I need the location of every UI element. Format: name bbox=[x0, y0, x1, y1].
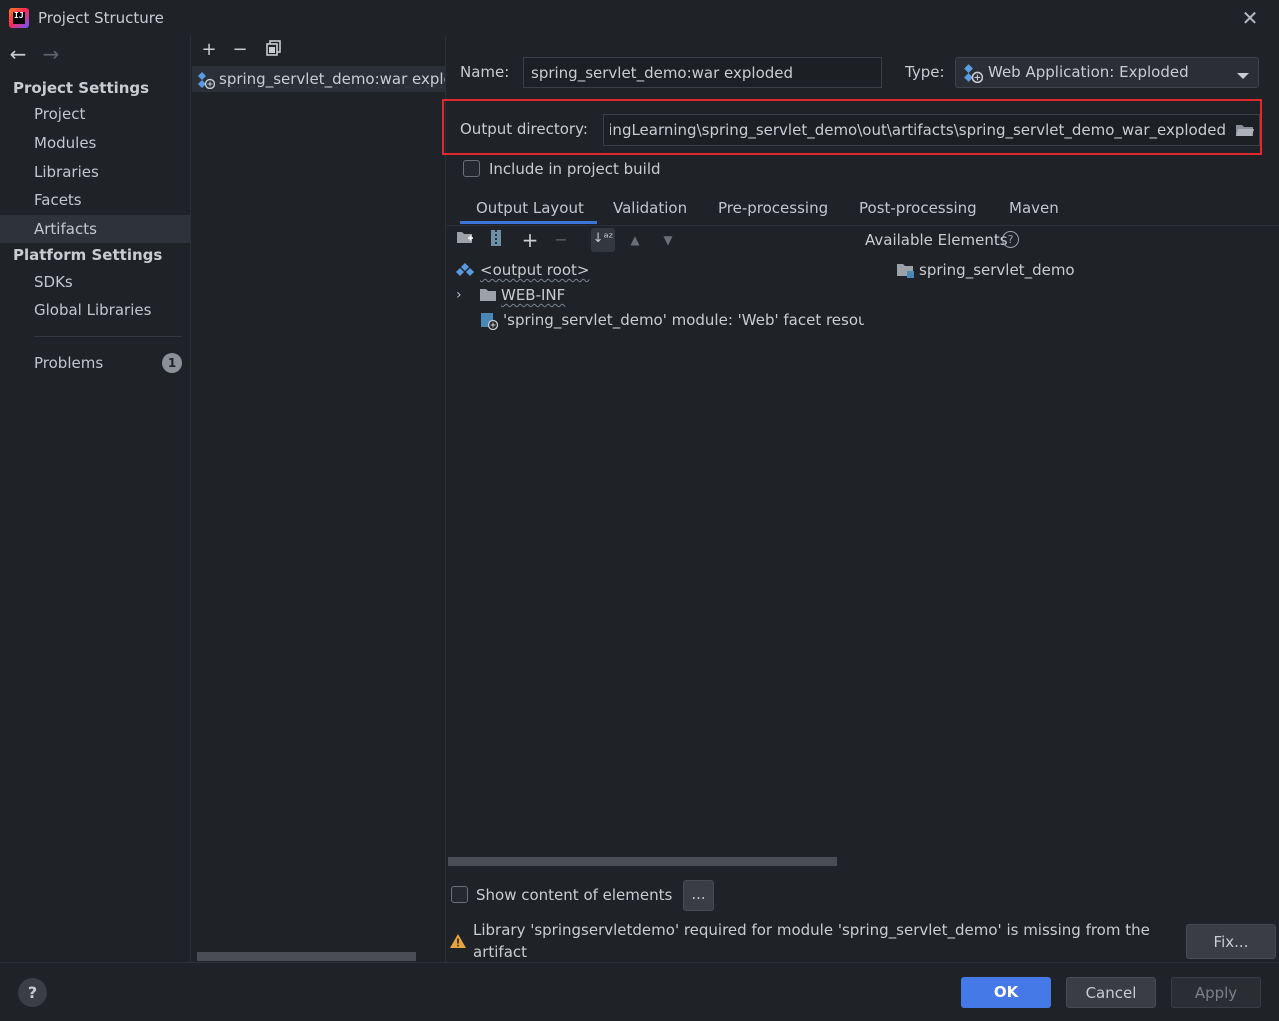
output-directory-label: Output directory: bbox=[460, 120, 588, 138]
tab-validation[interactable]: Validation bbox=[613, 196, 687, 224]
move-down-icon[interactable]: ▼ bbox=[657, 229, 679, 251]
warning-message-line1: Library 'springservletdemo' required for… bbox=[473, 921, 1150, 939]
tab-output-layout[interactable]: Output Layout bbox=[460, 196, 597, 224]
sidebar-item-global-libraries[interactable]: Global Libraries bbox=[0, 296, 190, 324]
ellipsis-button[interactable]: ... bbox=[683, 880, 714, 911]
war-artifact-icon bbox=[197, 71, 216, 93]
artifact-name-input[interactable] bbox=[523, 57, 882, 88]
platform-settings-header: Platform Settings bbox=[13, 246, 163, 264]
sidebar-item-project[interactable]: Project bbox=[0, 100, 190, 128]
name-label: Name: bbox=[460, 63, 510, 81]
artifact-list-item-label[interactable]: spring_servlet_demo:war exploded bbox=[219, 70, 445, 88]
tab-pre-processing[interactable]: Pre-processing bbox=[718, 196, 828, 224]
layout-tree-scrollbar[interactable] bbox=[448, 857, 837, 866]
available-elements-title: Available Elements bbox=[865, 231, 1008, 249]
web-app-icon bbox=[963, 63, 984, 87]
project-settings-header: Project Settings bbox=[13, 79, 150, 97]
add-copy-of-icon[interactable]: + bbox=[519, 229, 541, 251]
intellij-logo-icon: IJ bbox=[9, 8, 29, 28]
tab-maven[interactable]: Maven bbox=[1009, 196, 1059, 224]
remove-icon[interactable]: − bbox=[229, 40, 251, 60]
output-root-icon bbox=[456, 262, 474, 284]
move-up-icon[interactable]: ▲ bbox=[624, 229, 646, 251]
new-directory-icon[interactable] bbox=[454, 229, 476, 251]
artifacts-list-panel bbox=[192, 36, 446, 962]
sidebar-item-artifacts[interactable]: Artifacts bbox=[0, 215, 190, 243]
sort-alphabetically-icon[interactable]: ↓ᵃᶻ bbox=[591, 228, 615, 252]
output-directory-input[interactable]: pringLearning\spring_servlet_demo\out\ar… bbox=[603, 114, 1260, 146]
web-inf-node[interactable]: WEB-INF bbox=[501, 286, 565, 304]
add-icon[interactable]: + bbox=[198, 40, 220, 60]
type-label: Type: bbox=[905, 63, 945, 81]
help-circle-icon[interactable]: ? bbox=[1002, 231, 1019, 248]
ok-button[interactable]: OK bbox=[961, 977, 1051, 1008]
fix-button[interactable]: Fix... bbox=[1186, 924, 1276, 959]
include-in-build-checkbox[interactable] bbox=[463, 160, 480, 177]
show-content-checkbox[interactable] bbox=[451, 886, 468, 903]
warning-message-line2: artifact bbox=[473, 943, 528, 961]
output-root-node[interactable]: <output root> bbox=[480, 261, 589, 279]
window-title: Project Structure bbox=[38, 9, 164, 27]
forward-arrow-icon[interactable]: → bbox=[40, 42, 62, 66]
sidebar-item-problems[interactable]: Problems bbox=[0, 349, 150, 377]
title-bar: IJ Project Structure ✕ bbox=[0, 0, 1279, 36]
close-icon[interactable]: ✕ bbox=[1238, 6, 1262, 30]
tabs-divider bbox=[447, 225, 1279, 226]
web-facet-icon bbox=[480, 312, 499, 334]
archive-icon[interactable] bbox=[485, 229, 507, 251]
chevron-down-icon bbox=[1236, 67, 1250, 85]
remove-element-icon[interactable]: − bbox=[550, 229, 572, 251]
tab-post-processing[interactable]: Post-processing bbox=[859, 196, 977, 224]
include-in-build-label: Include in project build bbox=[489, 160, 661, 178]
back-arrow-icon[interactable]: ← bbox=[7, 42, 29, 66]
warning-icon bbox=[449, 933, 467, 953]
artifact-type-value: Web Application: Exploded bbox=[988, 63, 1189, 81]
cancel-button[interactable]: Cancel bbox=[1066, 977, 1156, 1008]
show-content-label: Show content of elements bbox=[476, 886, 673, 904]
artifacts-list-scrollbar[interactable] bbox=[197, 952, 416, 961]
copy-icon[interactable] bbox=[263, 40, 285, 60]
module-folder-icon bbox=[896, 262, 916, 283]
chevron-right-icon[interactable]: › bbox=[456, 287, 462, 303]
folder-icon bbox=[479, 287, 497, 306]
sidebar-divider bbox=[34, 336, 182, 337]
folder-browse-icon[interactable] bbox=[1235, 122, 1255, 142]
output-directory-value: pringLearning\spring_servlet_demo\out\ar… bbox=[610, 121, 1226, 139]
problems-count-badge: 1 bbox=[162, 353, 182, 373]
available-module-item[interactable]: spring_servlet_demo bbox=[919, 261, 1075, 279]
apply-button[interactable]: Apply bbox=[1171, 977, 1261, 1008]
sidebar-item-sdks[interactable]: SDKs bbox=[0, 268, 190, 296]
sidebar-item-facets[interactable]: Facets bbox=[0, 186, 190, 214]
module-resources-node[interactable]: 'spring_servlet_demo' module: 'Web' face… bbox=[503, 311, 864, 329]
sidebar-item-modules[interactable]: Modules bbox=[0, 129, 190, 157]
help-button[interactable]: ? bbox=[18, 978, 47, 1007]
sidebar-item-libraries[interactable]: Libraries bbox=[0, 158, 190, 186]
